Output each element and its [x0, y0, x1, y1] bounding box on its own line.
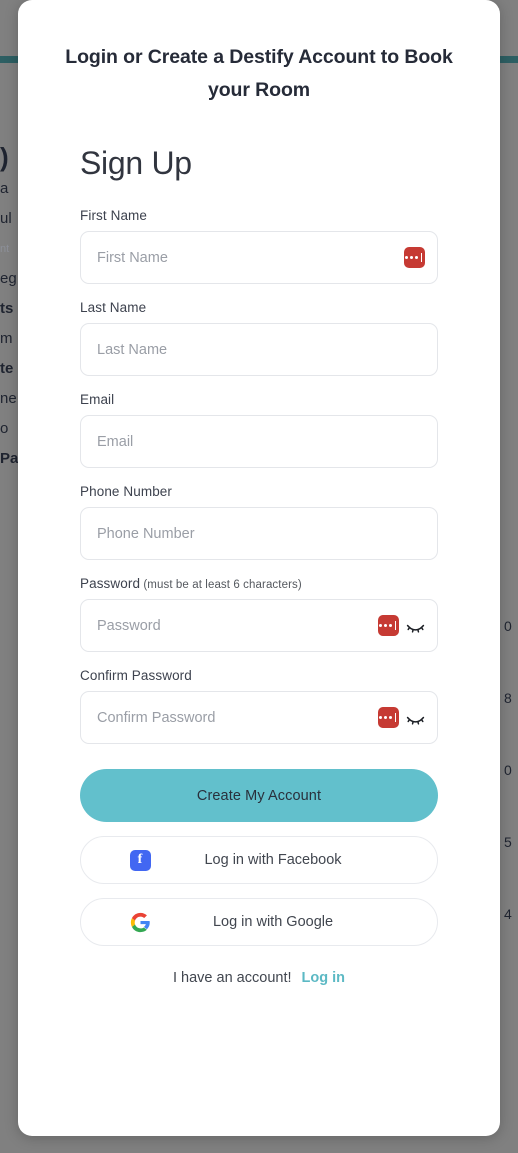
login-link[interactable]: Log in	[302, 970, 346, 986]
input-wrap-first-name	[80, 231, 438, 284]
label-phone-number: Phone Number	[80, 484, 173, 499]
input-wrap-confirm-password	[80, 691, 438, 744]
page-title: Sign Up	[80, 145, 192, 181]
field-group-last-name: Last Name	[80, 300, 438, 376]
label-last-name: Last Name	[80, 300, 147, 315]
background-number-fragment: 5	[504, 834, 512, 850]
field-group-confirm-password: Confirm Password	[80, 668, 438, 744]
have-account-text: I have an account!	[173, 970, 292, 986]
field-group-password: Password (must be at least 6 characters)	[80, 576, 438, 652]
input-icons-confirm-password	[378, 692, 425, 743]
background-number-fragment: 0	[504, 762, 512, 778]
password-manager-icon[interactable]	[378, 615, 399, 636]
field-group-email: Email	[80, 392, 438, 468]
input-wrap-email	[80, 415, 438, 468]
google-icon	[129, 911, 151, 933]
input-wrap-last-name	[80, 323, 438, 376]
create-my-account-button[interactable]: Create My Account	[80, 769, 438, 822]
hint-password: (must be at least 6 characters)	[140, 579, 302, 591]
label-confirm-password: Confirm Password	[80, 668, 192, 683]
first-name-input[interactable]	[81, 232, 437, 283]
label-first-name: First Name	[80, 208, 148, 223]
field-group-phone-number: Phone Number	[80, 484, 438, 560]
eye-off-icon[interactable]	[406, 616, 425, 635]
signup-modal: Login or Create a Destify Account to Boo…	[18, 0, 500, 1136]
label-password: Password (must be at least 6 characters)	[80, 576, 302, 591]
phone-number-input[interactable]	[81, 508, 437, 559]
input-wrap-phone-number	[80, 507, 438, 560]
email-input[interactable]	[81, 416, 437, 467]
background-number-fragment: 0	[504, 618, 512, 634]
facebook-login-button[interactable]: f Log in with Facebook	[80, 836, 438, 884]
facebook-icon: f	[129, 849, 151, 871]
input-icons-first-name	[404, 232, 425, 283]
input-wrap-password	[80, 599, 438, 652]
form-fields: First Name Last Name Email Phone Number Pass…	[80, 208, 438, 744]
eye-off-icon[interactable]	[406, 708, 425, 727]
modal-title: Login or Create a Destify Account to Boo…	[65, 46, 453, 101]
background-number-fragment: 4	[504, 906, 512, 922]
social-login-buttons: f Log in with Facebook Log in with Google	[80, 836, 438, 946]
input-icons-password	[378, 600, 425, 651]
label-email: Email	[80, 392, 115, 407]
field-group-first-name: First Name	[80, 208, 438, 284]
last-name-input[interactable]	[81, 324, 437, 375]
background-number-fragment: 8	[504, 690, 512, 706]
password-manager-icon[interactable]	[404, 247, 425, 268]
footer-login-row: I have an account! Log in	[80, 970, 438, 986]
signup-form: First Name Last Name Email Phone Number Pass…	[18, 182, 500, 986]
background-text-right: 0 8 0 5 4	[504, 590, 518, 950]
page-backdrop: ) a ul nt eg ts m te ne o Pa 08054 Login or Create…	[0, 0, 518, 1153]
google-login-button[interactable]: Log in with Google	[80, 898, 438, 946]
password-manager-icon[interactable]	[378, 707, 399, 728]
